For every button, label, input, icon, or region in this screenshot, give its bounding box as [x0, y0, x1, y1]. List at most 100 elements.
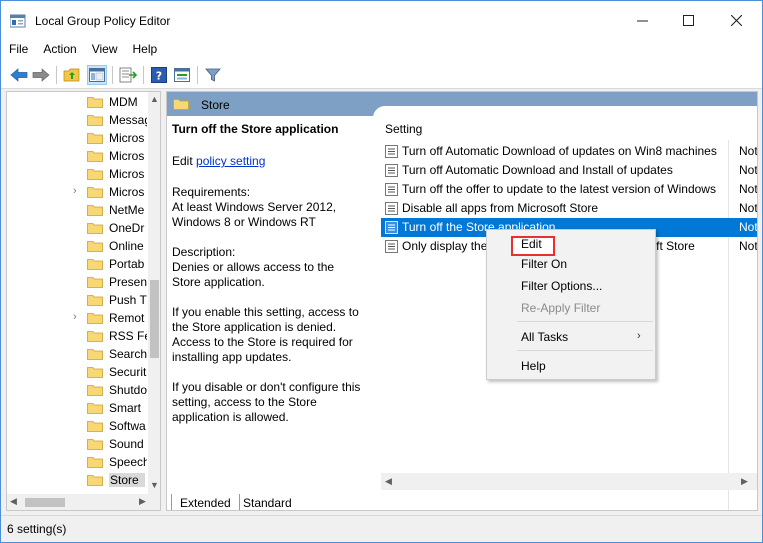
context-menu-label: Re-Apply Filter [521, 301, 601, 315]
title-bar[interactable]: Local Group Policy Editor [1, 1, 762, 39]
menu-separator [517, 321, 653, 322]
scroll-thumb[interactable] [25, 498, 65, 507]
edit-policy-setting-link[interactable]: policy setting [196, 154, 265, 168]
tree-item-label: Smart [109, 401, 142, 415]
scroll-left-icon[interactable]: ◀ [385, 476, 392, 487]
window-title: Local Group Policy Editor [35, 14, 171, 28]
setting-state: Not [739, 144, 758, 158]
console-tree[interactable]: ▲ ▼ ◀ ▶ MDM Messag Micros Micros Micros › Micr… [6, 91, 161, 511]
close-icon [730, 14, 742, 26]
tree-item[interactable]: OneDr [7, 219, 147, 237]
status-text: 6 setting(s) [7, 522, 67, 536]
tree-item-label: Shutdo [109, 383, 147, 397]
context-menu-label: Filter On [521, 257, 568, 271]
tree-item[interactable]: Smart [7, 399, 147, 417]
tree-item[interactable]: Portab [7, 255, 147, 273]
setting-state: Not [739, 182, 758, 196]
context-menu-help[interactable]: Help [487, 355, 655, 377]
tree-item[interactable]: Securit [7, 363, 147, 381]
tree-item[interactable]: Search [7, 345, 147, 363]
tree-item[interactable]: › Remot [7, 309, 147, 327]
context-menu-edit[interactable]: Edit [487, 233, 655, 256]
tab-extended[interactable]: Extended [171, 494, 240, 510]
expand-chevron-icon[interactable]: › [73, 185, 77, 197]
folder-icon [87, 439, 103, 450]
scroll-up-icon[interactable]: ▲ [150, 94, 159, 104]
policy-setting-icon [385, 145, 398, 158]
toolbar-separator [143, 66, 144, 84]
submenu-chevron-icon: › [637, 330, 641, 342]
setting-row[interactable]: Disable all apps from Microsoft Store Not [381, 199, 758, 218]
scroll-down-icon[interactable]: ▼ [150, 480, 159, 490]
scroll-right-icon[interactable]: ▶ [139, 496, 146, 507]
export-list-button[interactable] [118, 65, 138, 85]
policy-title: Turn off the Store application [172, 122, 339, 136]
filter-button[interactable] [203, 65, 223, 85]
tree-item-label: Securit [109, 365, 147, 379]
tree-item-label: Micros [109, 149, 145, 163]
tree-item[interactable]: Micros [7, 147, 147, 165]
show-hide-console-tree-button[interactable] [87, 65, 107, 85]
tree-item-label: Sound [109, 437, 144, 451]
policy-setting-icon [385, 202, 398, 215]
tree-item-label: Softwa [109, 419, 146, 433]
scroll-right-icon[interactable]: ▶ [741, 476, 748, 487]
context-menu-filter-on[interactable]: Filter On [487, 253, 655, 275]
setting-state: Not [739, 201, 758, 215]
setting-row[interactable]: Turn off the offer to update to the late… [381, 180, 758, 199]
tree-horizontal-scrollbar[interactable]: ◀ ▶ [7, 494, 160, 510]
tree-item[interactable]: RSS Fe [7, 327, 147, 345]
back-button[interactable] [9, 65, 29, 85]
context-menu-all-tasks[interactable]: All Tasks › [487, 326, 655, 348]
up-one-level-button[interactable] [62, 65, 82, 85]
tree-item[interactable]: Messag [7, 111, 147, 129]
tree-item[interactable]: › Micros [7, 183, 147, 201]
tree-vertical-scrollbar[interactable]: ▲ ▼ [148, 92, 160, 494]
column-header-setting[interactable]: Setting [385, 122, 422, 136]
header-curve [373, 106, 757, 118]
details-pane: Store Turn off the Store application Edi… [166, 91, 758, 511]
tree-item[interactable]: Shutdo [7, 381, 147, 399]
properties-button[interactable] [172, 65, 192, 85]
tree-item[interactable]: Presen [7, 273, 147, 291]
tree-item-label: Portab [109, 257, 145, 271]
folder-icon [87, 259, 103, 270]
scroll-left-icon[interactable]: ◀ [10, 496, 17, 507]
close-button[interactable] [713, 1, 759, 39]
tree-item[interactable]: Micros [7, 129, 147, 147]
tree-item[interactable]: Online [7, 237, 147, 255]
toolbar: ? [1, 61, 762, 89]
filter-icon [205, 68, 221, 82]
tree-item[interactable]: Sound [7, 435, 147, 453]
tree-item[interactable]: Micros [7, 165, 147, 183]
node-title: Store [201, 98, 230, 112]
folder-icon [87, 349, 103, 360]
menu-file[interactable]: File [1, 39, 35, 61]
tree-item-label: Messag [109, 113, 147, 127]
setting-row[interactable]: Turn off Automatic Download and Install … [381, 161, 757, 180]
menu-action[interactable]: Action [35, 39, 83, 61]
menu-separator [517, 350, 653, 351]
expand-chevron-icon[interactable]: › [73, 311, 77, 323]
toolbar-separator [197, 66, 198, 84]
maximize-button[interactable] [665, 1, 711, 39]
tree-item[interactable]: NetMe [7, 201, 147, 219]
context-menu-filter-options[interactable]: Filter Options... [487, 275, 655, 297]
forward-button[interactable] [31, 65, 51, 85]
menu-view[interactable]: View [84, 39, 125, 61]
tree-item-label: Micros [109, 131, 145, 145]
scroll-thumb[interactable] [150, 280, 159, 358]
maximize-icon [682, 14, 694, 26]
tree-item[interactable]: MDM [7, 93, 147, 111]
tree-item[interactable]: Store [7, 471, 147, 489]
tree-item-label: OneDr [109, 221, 145, 235]
tab-standard[interactable]: Standard [235, 494, 300, 510]
help-button[interactable]: ? [149, 65, 169, 85]
tree-item[interactable]: Speech [7, 453, 147, 471]
setting-row[interactable]: Turn off Automatic Download of updates o… [381, 142, 758, 161]
minimize-button[interactable] [619, 1, 665, 39]
menu-help[interactable]: Help [125, 39, 165, 61]
tree-item[interactable]: Push T [7, 291, 147, 309]
tree-item[interactable]: Softwa [7, 417, 147, 435]
list-horizontal-scrollbar[interactable]: ◀ ▶ [381, 473, 757, 490]
